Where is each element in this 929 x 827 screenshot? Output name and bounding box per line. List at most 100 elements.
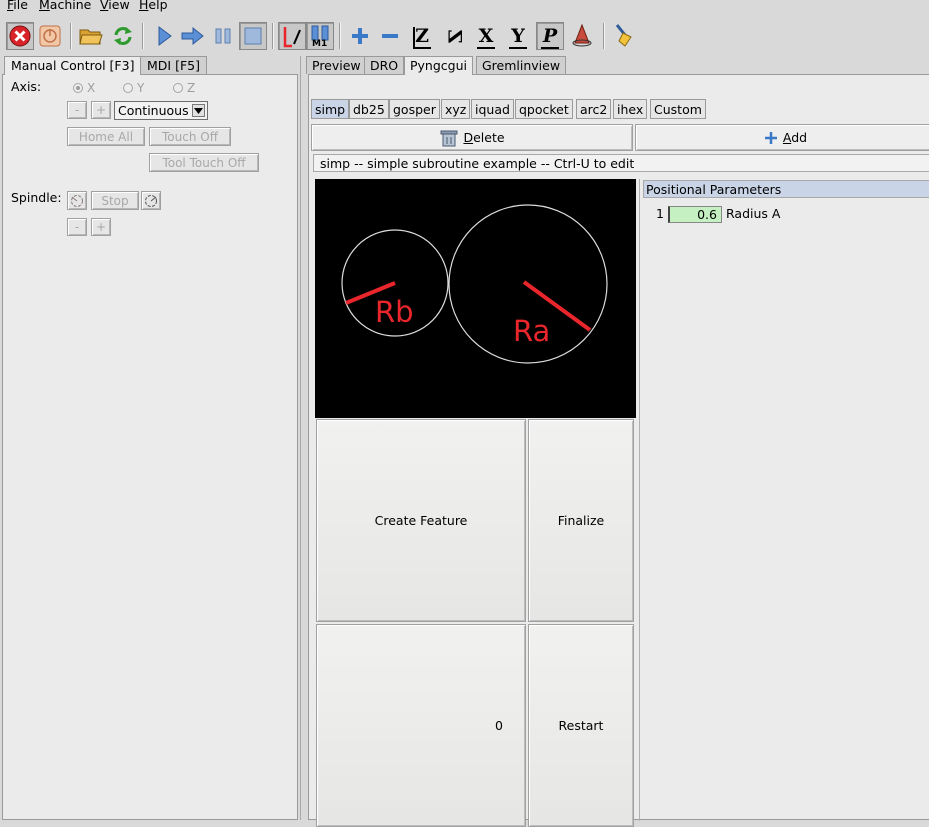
finalize-button[interactable]: Finalize xyxy=(528,419,634,622)
folder-open-icon xyxy=(79,29,103,45)
view-p-button[interactable]: P xyxy=(536,22,564,50)
spindle-speed-plus-button[interactable]: + xyxy=(91,218,111,236)
zoom-in-button[interactable] xyxy=(346,22,374,50)
view-z-button[interactable]: Z xyxy=(408,22,436,50)
add-button[interactable]: Add xyxy=(635,124,929,151)
step-arrow-icon xyxy=(181,26,204,46)
spindle-ccw-icon xyxy=(71,194,83,207)
menu-help[interactable]: Help xyxy=(139,0,168,12)
subroutine-info: simp -- simple subroutine example -- Ctr… xyxy=(313,154,929,172)
power-icon xyxy=(39,25,61,47)
pause-icon xyxy=(215,28,231,44)
minus-icon xyxy=(382,34,398,38)
plus-icon xyxy=(352,28,368,44)
zoom-out-button[interactable] xyxy=(376,22,404,50)
plus-icon xyxy=(764,131,777,144)
block-delete-icon xyxy=(283,27,301,48)
subtab-gosper[interactable]: gosper xyxy=(389,99,440,119)
param-radius-a-input[interactable]: 0.6 xyxy=(668,206,722,223)
subroutine-preview-image: Rb Ra xyxy=(315,179,636,418)
tab-manual-control[interactable]: Manual Control [F3] xyxy=(4,56,142,75)
trash-icon xyxy=(440,130,458,146)
subtab-arc2[interactable]: arc2 xyxy=(576,99,612,119)
positional-parameters-header: Positional Parameters xyxy=(643,180,929,198)
menubar: File Machine View Help xyxy=(0,0,929,14)
axis-radio-x[interactable]: X xyxy=(73,81,95,95)
play-icon xyxy=(158,26,172,46)
label-ra: Ra xyxy=(513,314,550,348)
tab-dro[interactable]: DRO xyxy=(364,56,405,74)
step-button[interactable] xyxy=(179,22,207,50)
machine-power-button[interactable] xyxy=(36,22,64,50)
menu-file[interactable]: File xyxy=(7,0,28,12)
open-file-button[interactable] xyxy=(77,22,105,50)
rotate-view-button[interactable] xyxy=(568,22,596,50)
right-panel: Preview DRO Pyngcgui Gremlinview simp db… xyxy=(306,56,929,827)
delete-label: Delete xyxy=(463,130,505,145)
clear-plot-button[interactable] xyxy=(610,22,638,50)
label-rb: Rb xyxy=(375,295,414,329)
menu-view[interactable]: View xyxy=(100,0,130,12)
positional-parameters-area xyxy=(639,179,929,821)
pyngcgui-panel: simp db25 gosper xyz iquad qpocket arc2 … xyxy=(308,74,929,827)
view-z-rotated-icon: Z xyxy=(443,29,466,43)
tool-touch-off-button[interactable]: Tool Touch Off xyxy=(149,153,259,172)
axis-radio-z[interactable]: Z xyxy=(173,81,195,95)
m1-label: M1 xyxy=(312,39,328,49)
add-label: Add xyxy=(782,130,808,145)
view-y-icon: Y xyxy=(509,24,527,49)
jog-plus-button[interactable]: + xyxy=(91,101,111,119)
estop-icon xyxy=(9,25,31,47)
run-button[interactable] xyxy=(150,22,178,50)
stop-square-icon xyxy=(244,27,262,45)
restart-button[interactable]: Restart xyxy=(528,624,634,827)
subtab-ihex[interactable]: ihex xyxy=(613,99,648,119)
tab-preview[interactable]: Preview xyxy=(306,56,367,74)
view-y-button[interactable]: Y xyxy=(504,22,532,50)
tab-pyngcgui[interactable]: Pyngcgui xyxy=(404,56,473,75)
spindle-stop-button[interactable]: Stop xyxy=(91,191,139,210)
manual-control-panel: Axis: X Y Z - + Continuous Home All Touc… xyxy=(2,74,298,820)
axis-radio-y[interactable]: Y xyxy=(123,81,144,95)
param-index: 1 xyxy=(656,206,664,221)
optional-stop-toggle[interactable]: M1 xyxy=(306,22,334,50)
subtab-custom[interactable]: Custom xyxy=(650,99,706,119)
subtab-xyz[interactable]: xyz xyxy=(441,99,471,119)
view-p-icon: P xyxy=(540,24,560,49)
jog-mode-select[interactable]: Continuous xyxy=(114,101,208,120)
tab-mdi[interactable]: MDI [F5] xyxy=(140,56,207,74)
subtab-iquad[interactable]: iquad xyxy=(471,99,514,119)
jog-minus-button[interactable]: - xyxy=(67,101,87,119)
spindle-cw-icon xyxy=(145,194,157,207)
chevron-down-icon xyxy=(192,104,205,117)
subtab-db25[interactable]: db25 xyxy=(349,99,389,119)
block-delete-toggle[interactable] xyxy=(278,22,306,50)
create-feature-button[interactable]: Create Feature xyxy=(316,419,526,622)
subtab-simp[interactable]: simp xyxy=(311,99,350,119)
reload-button[interactable] xyxy=(109,22,137,50)
spindle-speed-minus-button[interactable]: - xyxy=(67,218,87,236)
delete-button[interactable]: Delete xyxy=(311,124,633,151)
param-radius-a-label: Radius A xyxy=(726,206,781,221)
spindle-forward-button[interactable] xyxy=(141,191,161,210)
spindle-reverse-button[interactable] xyxy=(67,191,87,210)
menu-machine[interactable]: Machine xyxy=(39,0,91,12)
view-z-icon: Z xyxy=(413,24,431,49)
pause-button[interactable] xyxy=(209,22,237,50)
toolbar: M1 Z Z X Y P xyxy=(0,14,929,56)
axis-label: Axis: xyxy=(11,79,42,94)
estop-button[interactable] xyxy=(6,22,34,50)
spindle-label: Spindle: xyxy=(11,190,62,205)
tool-cone-icon xyxy=(572,23,592,47)
left-panel: Manual Control [F3] MDI [F5] Axis: X Y Z… xyxy=(0,56,300,820)
home-all-button[interactable]: Home All xyxy=(67,127,145,146)
tab-gremlinview[interactable]: Gremlinview xyxy=(476,56,567,74)
reload-icon xyxy=(114,27,132,45)
view-x-icon: X xyxy=(476,24,496,49)
touch-off-button[interactable]: Touch Off xyxy=(149,127,231,146)
view-z-rotated-button[interactable]: Z xyxy=(440,22,468,50)
stop-program-button[interactable] xyxy=(239,22,267,50)
subtab-qpocket[interactable]: qpocket xyxy=(515,99,573,119)
jog-mode-value: Continuous xyxy=(118,103,189,118)
view-x-button[interactable]: X xyxy=(472,22,500,50)
